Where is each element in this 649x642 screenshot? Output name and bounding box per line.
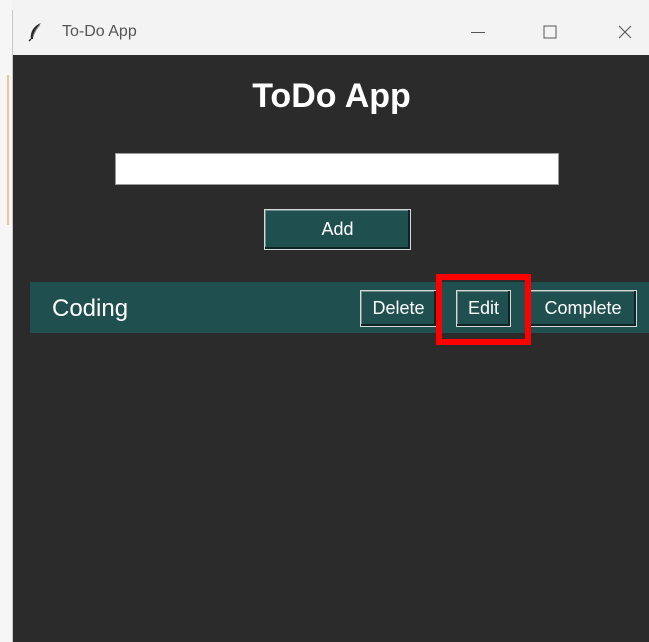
maximize-icon[interactable]	[535, 18, 565, 46]
task-input[interactable]	[115, 153, 559, 185]
left-edge-strip	[0, 0, 12, 642]
title-bar[interactable]: To-Do App	[13, 10, 649, 55]
window-title: To-Do App	[62, 23, 137, 40]
minimize-icon[interactable]	[463, 18, 493, 46]
feather-icon	[27, 22, 45, 42]
app-content: ToDo App Add Coding Delete Edit Complete	[13, 55, 649, 642]
edit-button[interactable]: Edit	[456, 290, 511, 327]
task-label: Coding	[52, 295, 129, 322]
page-title: ToDo App	[252, 77, 411, 115]
close-icon[interactable]	[610, 18, 640, 46]
app-window: To-Do App ToDo App Add Coding Delete Edi…	[12, 10, 649, 642]
complete-button[interactable]: Complete	[529, 290, 637, 327]
delete-button[interactable]: Delete	[360, 290, 437, 327]
task-row: Coding Delete Edit Complete	[30, 282, 649, 333]
add-button[interactable]: Add	[264, 209, 411, 250]
edge-accent	[7, 75, 9, 225]
